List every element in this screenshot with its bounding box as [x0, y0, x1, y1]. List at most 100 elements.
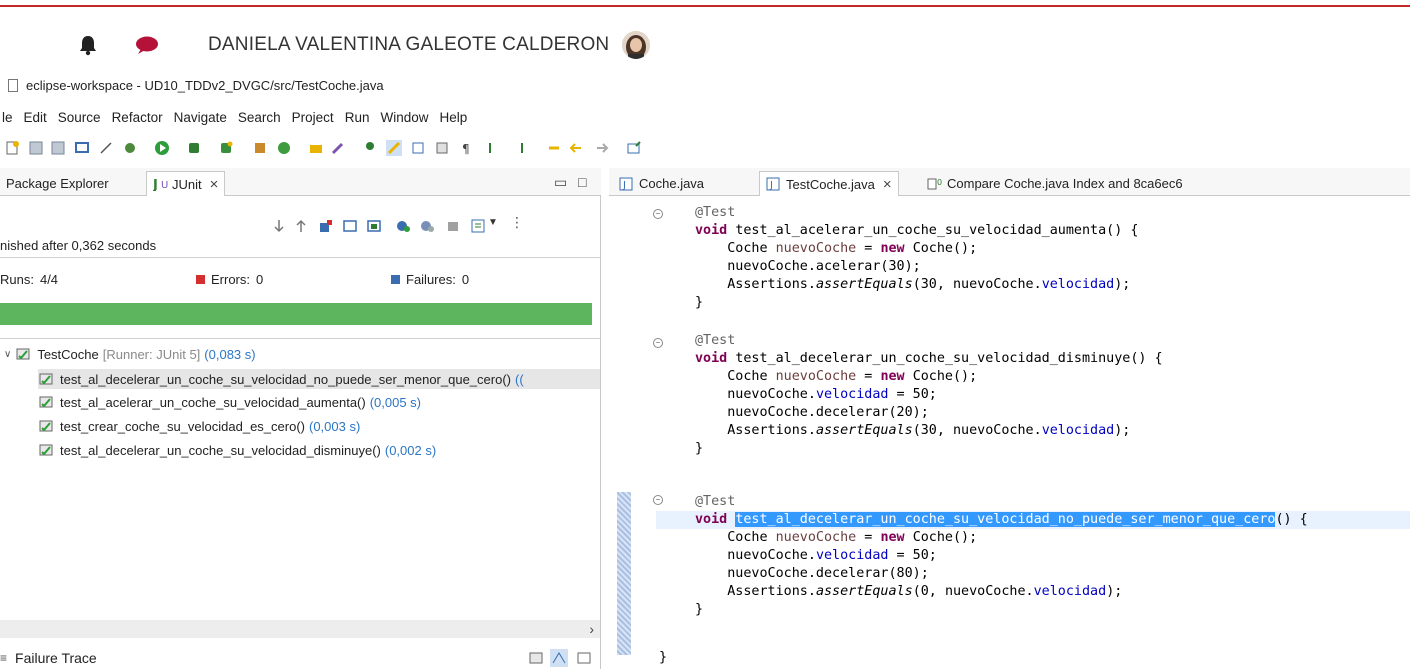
code-line: @Test — [695, 332, 735, 350]
tree-item-test-1[interactable]: test_al_acelerar_un_coche_su_velocidad_a… — [38, 392, 421, 412]
tab-package-explorer[interactable]: Package Explorer — [0, 171, 115, 196]
selected-method-name[interactable]: test_al_decelerar_un_coche_su_velocidad_… — [735, 512, 1276, 527]
test-time: (0,002 s) — [384, 442, 437, 458]
code-text: (30, — [912, 423, 953, 438]
code-text: Coche — [912, 369, 953, 384]
block-select-icon[interactable] — [410, 140, 426, 156]
minimize-icon[interactable]: ▭ — [554, 174, 567, 191]
test-history-icon[interactable] — [470, 218, 486, 234]
tab-compare[interactable]: 0 Compare Coche.java Index and 8ca6ec6 — [921, 171, 1189, 196]
highlight-icon[interactable] — [386, 140, 402, 156]
console-icon[interactable] — [74, 140, 90, 156]
run-icon[interactable] — [154, 140, 170, 156]
test-name: test_al_decelerar_un_coche_su_velocidad_… — [60, 371, 511, 387]
new-java-package-icon[interactable] — [218, 140, 234, 156]
chat-icon[interactable] — [135, 36, 159, 54]
annotation: @Test — [695, 205, 736, 220]
tree-item-test-0[interactable]: test_al_decelerar_un_coche_su_velocidad_… — [38, 369, 600, 389]
java-file-icon: J — [619, 177, 633, 191]
copy-trace-icon[interactable] — [576, 650, 592, 666]
next-failure-icon[interactable] — [272, 218, 286, 234]
view-menu-icon[interactable]: ⋮ — [510, 214, 524, 231]
back-icon[interactable] — [568, 140, 584, 156]
close-icon[interactable]: × — [210, 176, 219, 193]
skip-breakpoints-icon[interactable] — [98, 140, 114, 156]
filter-stack-icon[interactable] — [528, 650, 544, 666]
open-folder-icon[interactable] — [308, 140, 324, 156]
next-annotation-icon[interactable] — [482, 140, 498, 156]
menu-run[interactable]: Run — [345, 110, 370, 125]
save-all-icon[interactable] — [50, 140, 66, 156]
failures-value: 0 — [461, 272, 470, 287]
show-failures-only-icon[interactable] — [318, 218, 334, 234]
static-method: assertEquals — [815, 423, 913, 438]
compare-result-icon[interactable] — [550, 649, 568, 667]
runs-stat: Runs: 4/4 — [0, 272, 58, 287]
bell-icon[interactable] — [78, 34, 98, 56]
tab-junit[interactable]: JU JUnit × — [146, 171, 226, 196]
svg-text:U: U — [161, 180, 168, 191]
menu-project[interactable]: Project — [292, 110, 334, 125]
tree-item-test-2[interactable]: test_crear_coche_su_velocidad_es_cero() … — [38, 416, 360, 436]
save-icon[interactable] — [28, 140, 44, 156]
menu-navigate[interactable]: Navigate — [174, 110, 227, 125]
prev-annotation-icon[interactable] — [514, 140, 530, 156]
window-title: eclipse-workspace - UD10_TDDv2_DVGC/src/… — [26, 77, 384, 93]
code-line: @Test — [695, 204, 735, 222]
fold-icon[interactable]: − — [653, 209, 663, 219]
tree-root-testcoche[interactable]: ∨ TestCoche [Runner: JUnit 5] (0,083 s) — [4, 344, 256, 364]
code-text: Assertions. — [727, 584, 816, 599]
rerun-failed-first-icon[interactable] — [420, 218, 436, 234]
menu-search[interactable]: Search — [238, 110, 281, 125]
expand-chevron-icon[interactable]: ∨ — [4, 349, 11, 360]
maximize-icon[interactable]: □ — [578, 174, 586, 190]
tab-testcoche-java[interactable]: J TestCoche.java × — [759, 171, 899, 196]
scroll-lock-icon[interactable] — [342, 218, 358, 234]
menu-edit[interactable]: Edit — [24, 110, 47, 125]
refresh-icon[interactable] — [276, 140, 292, 156]
scroll-right-icon[interactable]: › — [589, 621, 594, 637]
rerun-test-icon[interactable] — [396, 218, 412, 234]
menu-source[interactable]: Source — [58, 110, 101, 125]
static-method: assertEquals — [815, 584, 913, 599]
open-type-icon[interactable] — [252, 140, 268, 156]
failures-label: Failures: — [406, 272, 456, 287]
menu-refactor[interactable]: Refactor — [112, 110, 163, 125]
tree-item-test-3[interactable]: test_al_decelerar_un_coche_su_velocidad_… — [38, 440, 436, 460]
fold-icon[interactable]: − — [653, 495, 663, 505]
new-icon[interactable] — [4, 140, 20, 156]
runs-label: Runs: — [0, 272, 34, 287]
close-icon[interactable]: × — [883, 176, 892, 193]
menu-window[interactable]: Window — [380, 110, 428, 125]
field: velocidad — [815, 387, 889, 402]
code-line: Coche nuevoCoche = new Coche(); — [727, 241, 978, 256]
last-edit-icon[interactable] — [546, 140, 562, 156]
layout-icon[interactable] — [366, 218, 382, 234]
annotation-icon[interactable] — [362, 140, 378, 156]
code-area[interactable]: − − − @Test void test_al_acelerar_un_coc… — [609, 196, 1410, 669]
annotation: @Test — [695, 333, 736, 348]
history-dropdown-icon[interactable]: ▼ — [488, 217, 498, 228]
toggle-breadcrumb-icon[interactable] — [434, 140, 450, 156]
debug-icon[interactable] — [122, 140, 138, 156]
menu-help[interactable]: Help — [439, 110, 467, 125]
code-text: Coche — [727, 241, 768, 256]
test-pass-icon — [39, 373, 53, 385]
method-name: test_al_acelerar_un_coche_su_velocidad_a… — [735, 223, 1107, 238]
menu-file[interactable]: le — [2, 110, 13, 125]
new-java-project-icon[interactable] — [186, 140, 202, 156]
junit-view: Package Explorer JU JUnit × ▭ □ ▼ ⋮ nish… — [0, 168, 601, 669]
show-whitespace-icon[interactable]: ¶ — [458, 140, 474, 156]
tab-coche-java[interactable]: J Coche.java — [613, 171, 710, 196]
prev-failure-icon[interactable] — [294, 218, 308, 234]
code-text: nuevoCoche.acelerar(30); — [727, 259, 921, 274]
pin-editor-icon[interactable] — [626, 140, 642, 156]
horizontal-scrollbar[interactable]: › — [0, 620, 600, 638]
fold-icon[interactable]: − — [653, 338, 663, 348]
pencil-icon[interactable] — [330, 140, 346, 156]
forward-icon[interactable] — [594, 140, 610, 156]
avatar[interactable] — [622, 31, 650, 59]
svg-text:¶: ¶ — [462, 142, 470, 156]
stop-icon[interactable] — [446, 218, 460, 234]
main-toolbar: ¶ — [0, 136, 1410, 162]
